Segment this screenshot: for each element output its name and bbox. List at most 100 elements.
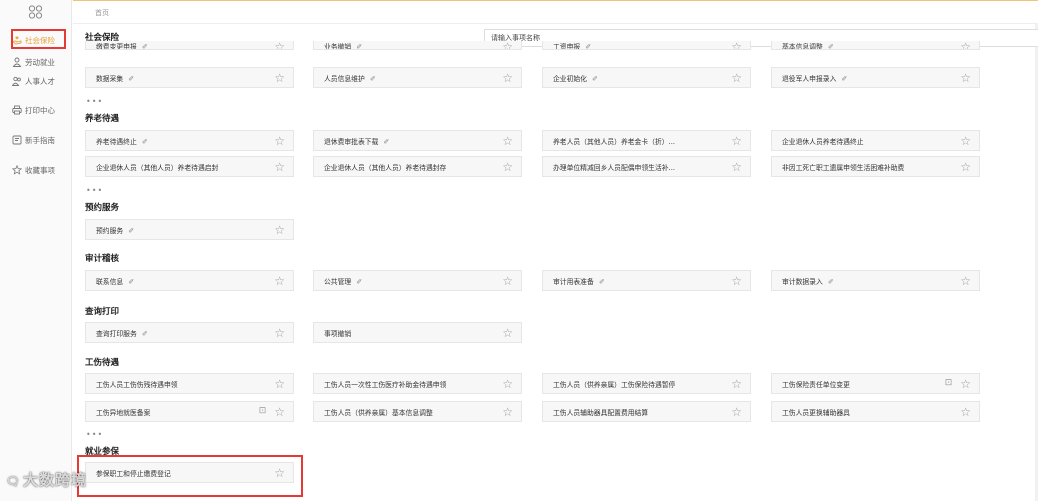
service-card[interactable]: 联系信息 ✐ ☆ [85,270,294,291]
service-card[interactable]: 审计用表准备 ✐ ☆ [542,270,751,291]
service-card[interactable]: 企业退休人员（其他人员）养老待遇启封 ☆ [85,156,294,177]
service-card[interactable]: 工伤人员辅助器具配置费用结算 ☆ [542,401,751,422]
favorite-star-icon[interactable]: ☆ [502,406,513,418]
service-card[interactable]: 工资申报 ✐ ☆ [542,41,751,50]
more-dots[interactable]: ••• [86,430,103,439]
favorite-star-icon[interactable]: ☆ [960,72,971,84]
service-card[interactable]: 工伤保险责任单位变更 ⊡ ☆ [771,373,980,394]
edit-icon: ✐ [827,277,834,286]
favorite-star-icon[interactable]: ☆ [274,275,285,287]
service-card[interactable]: 查询打印服务 ✐ ☆ [85,322,294,343]
section-title: 养老待遇 [85,114,120,124]
edit-icon: ✐ [128,277,135,286]
service-card-label: 工伤异地就医备案 [96,408,151,417]
sidebar-item-hr-talent[interactable]: 人事人才 [0,72,72,90]
favorite-star-icon[interactable]: ☆ [731,161,742,173]
favorite-star-icon[interactable]: ☆ [960,275,971,287]
service-card[interactable]: 业务撤销 ✐ ☆ [313,41,522,50]
favorite-star-icon[interactable]: ☆ [502,378,513,390]
edit-icon: ✐ [592,74,599,83]
service-card[interactable]: 基本信息调整 ✐ ☆ [771,41,980,50]
favorite-star-icon[interactable]: ☆ [274,224,285,236]
service-card[interactable]: 工伤人员一次性工伤医疗补助金待遇申领 ☆ [313,373,522,394]
favorite-star-icon[interactable]: ☆ [502,161,513,173]
service-card-label: 缴费变更申报 ✐ [96,43,148,50]
service-card[interactable]: 企业退休人员（其他人员）养老待遇封存 ☆ [313,156,522,177]
service-card[interactable]: 公共管理 ✐ ☆ [313,270,522,291]
favorite-star-icon[interactable]: ☆ [274,327,285,339]
service-card[interactable]: 审计数据录入 ✐ ☆ [771,270,980,291]
more-dots[interactable]: ••• [86,97,103,106]
sidebar-item-social-insurance[interactable]: 社会保险 [0,31,72,49]
sidebar-item-beginner-guide[interactable]: 新手指南 [0,131,72,149]
service-card[interactable]: 企业初始化 ✐ ☆ [542,67,751,88]
favorite-star-icon[interactable]: ☆ [274,378,285,390]
favorite-star-icon[interactable]: ☆ [731,378,742,390]
favorite-star-icon[interactable]: ☆ [731,406,742,418]
favorite-star-icon[interactable]: ☆ [502,72,513,84]
section-title: 审计稽核 [85,254,120,264]
sidebar-item-favorites[interactable]: 收藏事项 [0,161,72,179]
service-card[interactable]: 预约服务 ✐ ☆ [85,219,294,240]
breadcrumb[interactable]: 首页 [95,8,109,18]
document-icon[interactable]: ⊡ [259,407,267,416]
service-card[interactable]: 退休费审批表下载 ✐ ☆ [313,130,522,151]
service-card-label: 退役军人申报录入 ✐ [782,74,848,83]
document-icon[interactable]: ⊡ [945,379,953,388]
favorite-star-icon[interactable]: ☆ [274,41,285,49]
sidebar-item-employment[interactable]: 劳动就业 [0,53,72,71]
service-card[interactable]: 非因工死亡职工遗属申领生活困难补助费 ☆ [771,156,980,177]
service-card[interactable]: 参保职工和停止缴费登记 ☆ [85,462,294,483]
service-card[interactable]: 企业退休人员养老待遇终止 ☆ [771,130,980,151]
favorite-star-icon[interactable]: ☆ [274,72,285,84]
service-card[interactable]: 缴费变更申报 ✐ ☆ [85,41,294,50]
service-card[interactable]: 工伤人员更换辅助器具 ☆ [771,401,980,422]
favorite-star-icon[interactable]: ☆ [502,327,513,339]
service-card[interactable]: 工伤人员工伤伤残待遇申领 ☆ [85,373,294,394]
service-card[interactable]: 工伤人员（供养亲属）基本信息调整 ☆ [313,401,522,422]
service-card-label: 工伤保险责任单位变更 [782,380,850,389]
service-card-label: 工伤人员（供养亲属）工伤保险待遇暂停 [553,380,676,389]
edit-icon: ✐ [841,74,848,83]
edit-icon: ✐ [585,43,592,50]
service-card[interactable]: 人员信息维护 ✐ ☆ [313,67,522,88]
service-card[interactable]: 事项撤销 ☆ [313,322,522,343]
favorite-star-icon[interactable]: ☆ [731,135,742,147]
favorite-star-icon[interactable]: ☆ [960,378,971,390]
favorite-star-icon[interactable]: ☆ [960,41,971,49]
more-dots[interactable]: ••• [86,186,103,195]
favorite-star-icon[interactable]: ☆ [960,161,971,173]
favorite-star-icon[interactable]: ☆ [731,275,742,287]
edit-icon: ✐ [827,43,834,50]
sidebar-item-label: 打印中心 [25,105,55,115]
favorite-star-icon[interactable]: ☆ [960,135,971,147]
favorite-star-icon[interactable]: ☆ [731,41,742,49]
favorite-star-icon[interactable]: ☆ [274,406,285,418]
service-card[interactable]: 养老人员（其他人员）养老金卡（折）... ☆ [542,130,751,151]
top-bar: 首页 [73,0,1038,24]
edit-icon: ✐ [141,43,148,50]
service-card[interactable]: 办理单位精减回乡人员配偶申领生活补... ☆ [542,156,751,177]
favorite-star-icon[interactable]: ☆ [274,135,285,147]
favorite-star-icon[interactable]: ☆ [274,467,285,479]
service-card-label: 工伤人员工伤伤残待遇申领 [96,380,178,389]
sidebar-item-print-center[interactable]: 打印中心 [0,101,72,119]
favorite-star-icon[interactable]: ☆ [502,275,513,287]
service-card[interactable]: 养老待遇终止 ✐ ☆ [85,130,294,151]
favorite-star-icon[interactable]: ☆ [731,72,742,84]
favorite-star-icon[interactable]: ☆ [502,135,513,147]
sidebar-item-label: 社会保险 [25,35,55,45]
favorite-star-icon[interactable]: ☆ [502,41,513,49]
edit-icon: ✐ [128,226,135,235]
service-card[interactable]: 退役军人申报录入 ✐ ☆ [771,67,980,88]
service-card-label: 数据采集 ✐ [96,74,135,83]
service-card[interactable]: 数据采集 ✐ ☆ [85,67,294,88]
favorite-star-icon[interactable]: ☆ [960,406,971,418]
service-card[interactable]: 工伤人员（供养亲属）工伤保险待遇暂停 ☆ [542,373,751,394]
edit-icon: ✐ [383,137,390,146]
service-card-label: 工伤人员（供养亲属）基本信息调整 [324,408,433,417]
favorite-star-icon[interactable]: ☆ [274,161,285,173]
service-card-label: 人员信息维护 ✐ [324,74,376,83]
service-card[interactable]: 工伤异地就医备案 ⊡ ☆ [85,401,294,422]
apps-grid-icon[interactable] [28,5,44,19]
